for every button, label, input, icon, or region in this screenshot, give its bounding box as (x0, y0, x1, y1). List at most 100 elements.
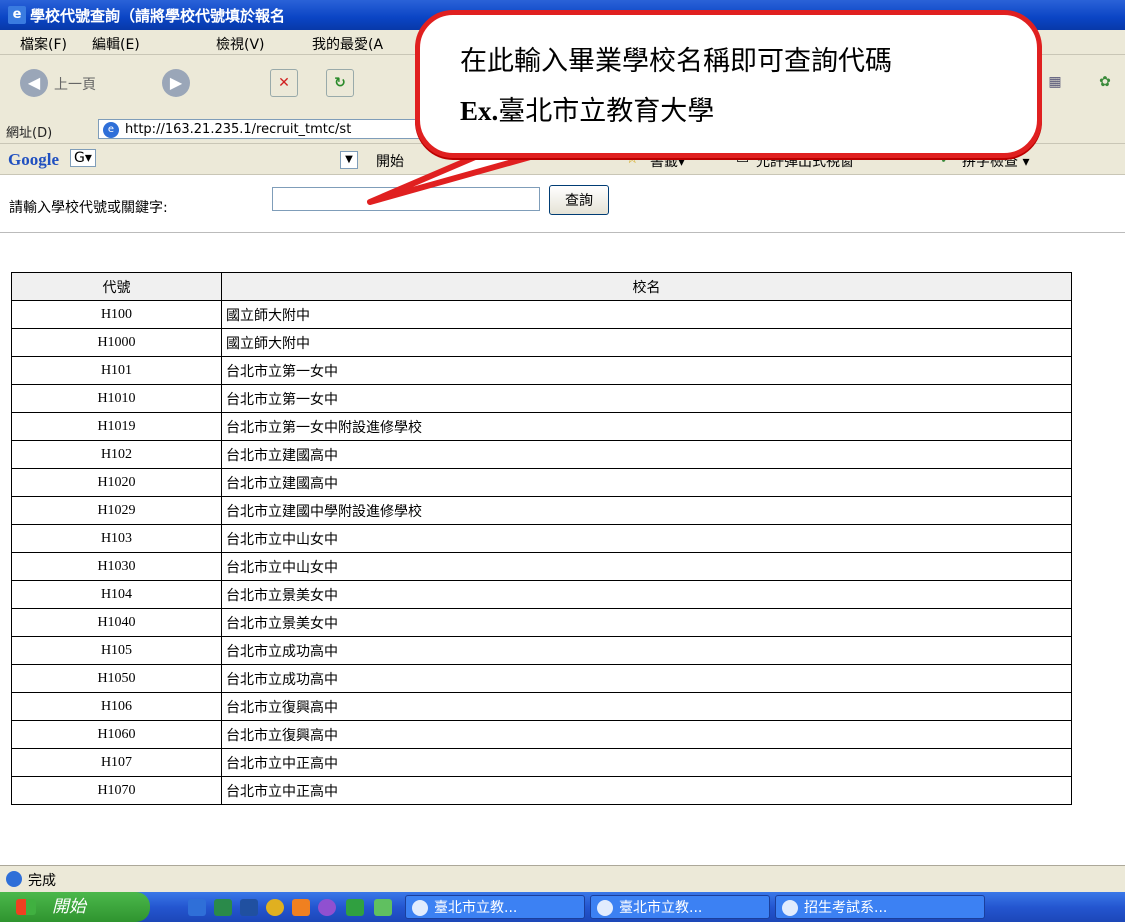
ie-page-icon: e (8, 6, 26, 24)
table-header-row: 代號 校名 (11, 272, 1072, 301)
school-name-cell: 台北市立景美女中 (221, 580, 1072, 609)
school-name-cell: 台北市立成功高中 (221, 664, 1072, 693)
task-label: 臺北市立教... (434, 900, 518, 916)
media-icon[interactable]: ▦ (1042, 69, 1068, 95)
dropdown-arrow-icon[interactable]: ▼ (340, 151, 358, 169)
calendar-quicklaunch-icon[interactable] (292, 899, 310, 916)
history-icon[interactable]: ✿ (1092, 69, 1118, 95)
school-name-cell: 台北市立第一女中附設進修學校 (221, 412, 1072, 441)
school-code-cell: H100 (11, 300, 222, 329)
google-menu-button[interactable]: G▾ (70, 149, 96, 167)
school-code-cell: H104 (11, 580, 222, 609)
taskbar-item-2[interactable]: 臺北市立教... (590, 895, 770, 919)
table-row: H1000 國立師大附中 (11, 328, 1072, 357)
app-quicklaunch-icon[interactable] (318, 899, 336, 916)
media-quicklaunch-icon[interactable] (266, 899, 284, 916)
table-row: H1050 台北市立成功高中 (11, 664, 1072, 693)
school-name-cell: 台北市立第一女中 (221, 384, 1072, 413)
school-name-cell: 台北市立復興高中 (221, 692, 1072, 721)
status-bar: 完成 (0, 865, 1125, 892)
menu-favorites[interactable]: 我的最愛(A (312, 34, 383, 54)
table-row: H102 台北市立建國高中 (11, 440, 1072, 469)
school-name-cell: 國立師大附中 (221, 328, 1072, 357)
start-button[interactable]: 開始 (0, 892, 150, 922)
callout-line-2: Ex.臺北市立教育大學 (460, 89, 714, 128)
address-label: 網址(D) (6, 126, 53, 141)
school-code-cell: H1030 (11, 552, 222, 581)
table-row: H1010 台北市立第一女中 (11, 384, 1072, 413)
ie-task-icon (597, 900, 613, 916)
school-code-cell: H1070 (11, 776, 222, 805)
google-logo[interactable]: Google (8, 150, 59, 170)
school-code-cell: H1010 (11, 384, 222, 413)
school-code-cell: H103 (11, 524, 222, 553)
pc-quicklaunch-icon[interactable] (346, 899, 364, 916)
school-code-cell: H102 (11, 440, 222, 469)
ie-task-icon (782, 900, 798, 916)
table-row: H105 台北市立成功高中 (11, 636, 1072, 665)
table-row: H1060 台北市立復興高中 (11, 720, 1072, 749)
table-row: H104 台北市立景美女中 (11, 580, 1072, 609)
word-quicklaunch-icon[interactable] (240, 899, 258, 916)
refresh-icon[interactable]: ↻ (326, 69, 354, 97)
table-body: H100 國立師大附中 H1000 國立師大附中 H101 台北市立第一女中 H1010 台北… (11, 300, 1072, 805)
menu-view[interactable]: 檢視(V) (216, 34, 265, 54)
school-code-cell: H1050 (11, 664, 222, 693)
school-name-cell: 台北市立第一女中 (221, 356, 1072, 385)
outlook-quicklaunch-icon[interactable] (214, 899, 232, 916)
table-row: H1019 台北市立第一女中附設進修學校 (11, 412, 1072, 441)
table-row: H1040 台北市立景美女中 (11, 608, 1072, 637)
ie-quicklaunch-icon[interactable] (188, 899, 206, 916)
forward-arrow-icon[interactable]: ▶ (162, 69, 190, 97)
table-row: H1020 台北市立建國高中 (11, 468, 1072, 497)
table-row: H1030 台北市立中山女中 (11, 552, 1072, 581)
taskbar-item-1[interactable]: 臺北市立教... (405, 895, 585, 919)
menu-file[interactable]: 檔案(F) (20, 34, 67, 54)
school-code-cell: H1040 (11, 608, 222, 637)
window-title: 學校代號查詢（請將學校代號填於報名 (30, 7, 286, 25)
school-name-cell: 台北市立景美女中 (221, 608, 1072, 637)
ie-task-icon (412, 900, 428, 916)
table-row: H1070 台北市立中正高中 (11, 776, 1072, 805)
school-name-cell: 台北市立建國中學附設進修學校 (221, 496, 1072, 525)
school-code-cell: H101 (11, 356, 222, 385)
school-name-cell: 國立師大附中 (221, 300, 1072, 329)
divider (0, 232, 1125, 233)
windows-flag-icon (16, 899, 36, 915)
school-code-cell: H106 (11, 692, 222, 721)
school-code-cell: H1019 (11, 412, 222, 441)
back-arrow-icon[interactable]: ◀ (20, 69, 48, 97)
school-name-cell: 台北市立中山女中 (221, 524, 1072, 553)
users-quicklaunch-icon[interactable] (374, 899, 392, 916)
callout-line-1: 在此輸入畢業學校名稱即可查詢代碼 (460, 46, 892, 77)
stop-icon[interactable]: ✕ (270, 69, 298, 97)
school-code-cell: H1029 (11, 496, 222, 525)
ie-icon: e (103, 122, 119, 138)
callout-example-prefix: Ex. (460, 96, 499, 126)
school-name-cell: 台北市立中正高中 (221, 776, 1072, 805)
search-label: 請輸入學校代號或關鍵字: (9, 200, 168, 216)
results-table: 代號 校名 H100 國立師大附中 H1000 國立師大附中 H101 台北市立第一女中 H… (11, 272, 1072, 805)
callout-box: 在此輸入畢業學校名稱即可查詢代碼 Ex.臺北市立教育大學 (415, 10, 1042, 158)
school-code-cell: H107 (11, 748, 222, 777)
table-row: H107 台北市立中正高中 (11, 748, 1072, 777)
table-row: H101 台北市立第一女中 (11, 356, 1072, 385)
menu-edit[interactable]: 編輯(E) (92, 34, 140, 54)
school-code-cell: H1000 (11, 328, 222, 357)
school-name-cell: 台北市立建國高中 (221, 468, 1072, 497)
school-code-cell: H1020 (11, 468, 222, 497)
status-text: 完成 (28, 873, 56, 889)
taskbar-item-3[interactable]: 招生考試系... (775, 895, 985, 919)
school-name-cell: 台北市立建國高中 (221, 440, 1072, 469)
table-row: H106 台北市立復興高中 (11, 692, 1072, 721)
page-done-icon (6, 871, 22, 887)
table-row: H103 台北市立中山女中 (11, 524, 1072, 553)
back-button-label[interactable]: 上一頁 (54, 74, 96, 94)
task-label: 臺北市立教... (619, 900, 703, 916)
table-row: H100 國立師大附中 (11, 300, 1072, 329)
table-row: H1029 台北市立建國中學附設進修學校 (11, 496, 1072, 525)
school-code-cell: H1060 (11, 720, 222, 749)
school-code-cell: H105 (11, 636, 222, 665)
school-name-cell: 台北市立中山女中 (221, 552, 1072, 581)
start-label: 開始 (52, 897, 86, 917)
